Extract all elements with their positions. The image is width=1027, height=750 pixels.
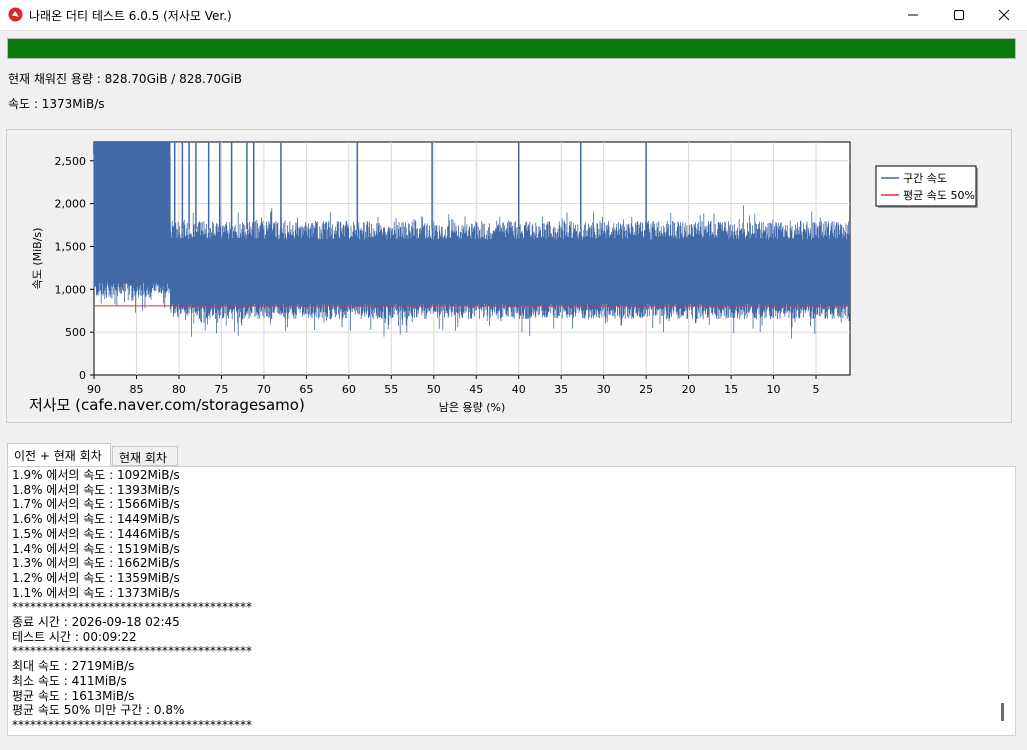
x-tick-label: 30: [597, 383, 611, 396]
legend-label: 평균 속도 50%: [903, 189, 975, 202]
speed-series-segment: [93, 142, 171, 313]
log-line: 최대 속도 : 2719MiB/s: [12, 659, 135, 674]
log-line: 1.6% 에서의 속도 : 1449MiB/s: [12, 512, 180, 527]
x-tick-label: 5: [813, 383, 820, 396]
log-line: 1.9% 에서의 속도 : 1092MiB/s: [12, 468, 180, 482]
x-tick-label: 15: [724, 383, 738, 396]
y-axis-label: 속도 (MiB/s): [31, 228, 44, 290]
x-tick-label: 20: [682, 383, 696, 396]
close-icon: [998, 9, 1010, 21]
speed-series-core: [170, 241, 850, 298]
legend-label: 구간 속도: [903, 172, 947, 185]
fill-progress-bar: [7, 38, 1016, 59]
log-text-area[interactable]: 1.9% 에서의 속도 : 1092MiB/s 1.8% 에서의 속도 : 139…: [7, 466, 1016, 736]
log-line: 종료 시간 : 2026-09-18 02:45: [12, 615, 180, 629]
x-tick-label: 45: [469, 383, 483, 396]
tab-current[interactable]: 현재 회차: [112, 446, 178, 466]
log-line: ****************************************: [12, 644, 252, 659]
log-line: 1.1% 에서의 속도 : 1373MiB/s: [12, 585, 180, 600]
close-button[interactable]: [981, 0, 1027, 30]
y-tick-label: 2,500: [55, 155, 87, 168]
x-tick-label: 50: [427, 383, 441, 396]
speed-label: 속도 : 1373MiB/s: [8, 97, 105, 111]
x-axis-label: 남은 용량 (%): [439, 401, 506, 414]
log-line: 1.5% 에서의 속도 : 1446MiB/s: [12, 526, 180, 541]
x-tick-label: 55: [384, 383, 398, 396]
window-title: 나래온 더티 테스트 6.0.5 (저사모 Ver.): [29, 9, 232, 23]
fill-progress-fill: [8, 39, 1015, 58]
maximize-icon: [954, 10, 964, 20]
y-tick-label: 2,000: [55, 198, 87, 211]
title-bar: 나래온 더티 테스트 6.0.5 (저사모 Ver.): [0, 0, 1027, 31]
y-tick-label: 1,000: [55, 283, 87, 296]
x-tick-label: 25: [639, 383, 653, 396]
minimize-icon: [908, 14, 918, 16]
log-line: 평균 속도 : 1613MiB/s: [12, 688, 135, 703]
x-tick-label: 60: [342, 383, 356, 396]
scrollbar-thumb[interactable]: [1001, 703, 1004, 721]
log-line: 1.4% 에서의 속도 : 1519MiB/s: [12, 541, 180, 556]
capacity-label: 현재 채워진 용량 : 828.70GiB / 828.70GiB: [8, 72, 242, 86]
maximize-button[interactable]: [936, 0, 982, 30]
log-line: ****************************************: [12, 600, 252, 615]
log-line: 1.3% 에서의 속도 : 1662MiB/s: [12, 556, 180, 571]
y-tick-label: 500: [65, 326, 86, 339]
speed-chart-panel: 2,500 2,000 1,500 1,000 500 0 90 85 80 75 70 65 60 55…: [6, 129, 1012, 423]
minimize-button[interactable]: [890, 0, 936, 30]
x-tick-label: 10: [767, 383, 781, 396]
speed-series-core: [94, 142, 171, 163]
y-tick-label: 1,500: [55, 240, 87, 253]
log-line: 1.7% 에서의 속도 : 1566MiB/s: [12, 497, 180, 512]
app-logo-icon: [8, 7, 23, 22]
log-line: 1.2% 에서의 속도 : 1359MiB/s: [12, 570, 180, 585]
x-tick-label: 40: [512, 383, 526, 396]
log-line: 최소 속도 : 411MiB/s: [12, 673, 127, 688]
y-tick-label: 0: [79, 369, 86, 382]
log-line: 테스트 시간 : 00:09:22: [12, 629, 137, 644]
x-tick-label: 35: [554, 383, 568, 396]
log-line: 1.8% 에서의 속도 : 1393MiB/s: [12, 482, 180, 497]
tab-previous-current[interactable]: 이전 + 현재 회차: [7, 443, 111, 467]
speed-chart: 2,5002,0001,5001,000500090 85 80 75 70 65 60 55…: [31, 141, 978, 414]
log-line: 평균 속도 50% 미만 구간 : 0.8%: [12, 703, 185, 718]
log-line: ****************************************: [12, 717, 252, 732]
watermark: 저사모 (cafe.naver.com/storagesamo): [29, 396, 305, 414]
